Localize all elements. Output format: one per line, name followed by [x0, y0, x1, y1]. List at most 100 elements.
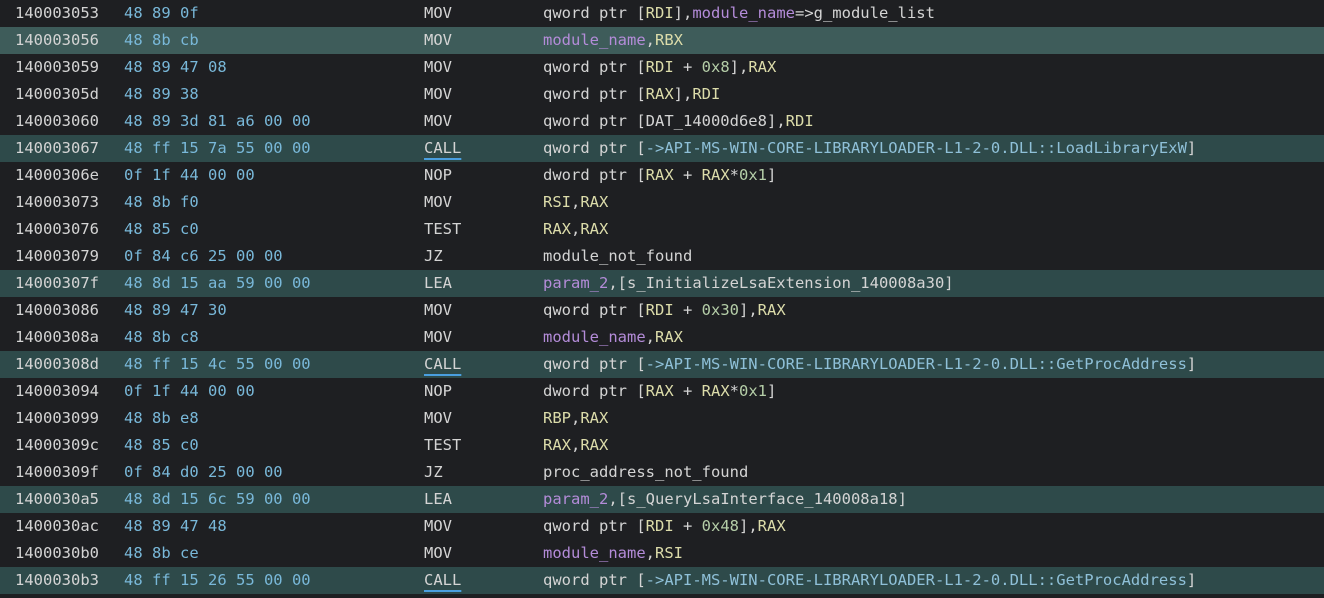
listing-row[interactable]: 1400030ac 48 89 47 48 MOV qword ptr [RDI + …: [0, 513, 1324, 540]
listing-row[interactable]: 14000308a 48 8b c8 MOV module_name,RAX: [0, 324, 1324, 351]
operand-reg[interactable]: RSI: [655, 544, 683, 562]
operand-reg[interactable]: RAX: [580, 193, 608, 211]
operand-reg[interactable]: RAX: [702, 382, 730, 400]
listing-row[interactable]: 140003060 48 89 3d 81 a6 00 00 MOV qword pt…: [0, 108, 1324, 135]
listing-row[interactable]: 140003079 0f 84 c6 25 00 00 JZ module_not_f…: [0, 243, 1324, 270]
operand-label[interactable]: module_not_found: [543, 247, 692, 265]
row-address[interactable]: 14000308d: [15, 351, 99, 378]
row-address[interactable]: 14000306e: [15, 162, 99, 189]
row-address[interactable]: 1400030ac: [15, 513, 99, 540]
listing-row[interactable]: 1400030b0 48 8b ce MOV module_name,RSI: [0, 540, 1324, 567]
operand-reg[interactable]: RAX: [646, 166, 674, 184]
row-address[interactable]: 140003073: [15, 189, 99, 216]
row-mnemonic[interactable]: LEA: [424, 270, 452, 297]
operand-var[interactable]: module_name: [543, 544, 646, 562]
listing-row[interactable]: 14000309f 0f 84 d0 25 00 00 JZ proc_address…: [0, 459, 1324, 486]
row-mnemonic[interactable]: CALL: [424, 567, 461, 594]
listing-row[interactable]: 140003086 48 89 47 30 MOV qword ptr [RDI + …: [0, 297, 1324, 324]
row-address[interactable]: 140003079: [15, 243, 99, 270]
operand-reg[interactable]: RAX: [655, 328, 683, 346]
row-mnemonic[interactable]: NOP: [424, 162, 452, 189]
listing-row[interactable]: 1400030a5 48 8d 15 6c 59 00 00 LEA param_2,…: [0, 486, 1324, 513]
operand-label[interactable]: proc_address_not_found: [543, 463, 748, 481]
row-mnemonic[interactable]: MOV: [424, 27, 452, 54]
row-address[interactable]: 140003053: [15, 0, 99, 27]
row-mnemonic[interactable]: MOV: [424, 0, 452, 27]
operand-reg[interactable]: RDI: [646, 4, 674, 22]
operand-reg[interactable]: RAX: [758, 517, 786, 535]
listing-row[interactable]: 140003053 48 89 0f MOV qword ptr [RDI],modu…: [0, 0, 1324, 27]
row-mnemonic[interactable]: JZ: [424, 459, 443, 486]
listing-row[interactable]: 14000307f 48 8d 15 aa 59 00 00 LEA param_2,…: [0, 270, 1324, 297]
operand-var[interactable]: module_name: [543, 328, 646, 346]
listing-row[interactable]: 140003067 48 ff 15 7a 55 00 00 CALL qword p…: [0, 135, 1324, 162]
row-mnemonic[interactable]: MOV: [424, 324, 452, 351]
operand-var[interactable]: param_2: [543, 274, 608, 292]
listing-row[interactable]: 14000309c 48 85 c0 TEST RAX,RAX: [0, 432, 1324, 459]
row-address[interactable]: 140003060: [15, 108, 99, 135]
operand-reg[interactable]: RDI: [786, 112, 814, 130]
row-mnemonic[interactable]: NOP: [424, 378, 452, 405]
operand-reg[interactable]: RAX: [702, 166, 730, 184]
operand-var[interactable]: param_2: [543, 490, 608, 508]
row-address[interactable]: 14000308a: [15, 324, 99, 351]
row-mnemonic[interactable]: MOV: [424, 513, 452, 540]
listing-row[interactable]: 140003099 48 8b e8 MOV RBP,RAX: [0, 405, 1324, 432]
listing-row[interactable]: 14000306e 0f 1f 44 00 00 NOP dword ptr [RAX…: [0, 162, 1324, 189]
listing-row[interactable]: 1400030b3 48 ff 15 26 55 00 00 CALL qword p…: [0, 567, 1324, 594]
row-mnemonic[interactable]: MOV: [424, 108, 452, 135]
operand-label[interactable]: DAT_14000d6e8: [646, 112, 767, 130]
operand-reg[interactable]: RAX: [758, 301, 786, 319]
listing-row[interactable]: 14000308d 48 ff 15 4c 55 00 00 CALL qword p…: [0, 351, 1324, 378]
listing-row[interactable]: 14000305d 48 89 38 MOV qword ptr [RAX],RDI: [0, 81, 1324, 108]
row-mnemonic[interactable]: MOV: [424, 540, 452, 567]
row-address[interactable]: 140003099: [15, 405, 99, 432]
listing-row[interactable]: 140003073 48 8b f0 MOV RSI,RAX: [0, 189, 1324, 216]
operand-ext[interactable]: ->API-MS-WIN-CORE-LIBRARYLOADER-L1-2-0.D…: [646, 355, 1187, 373]
operand-reg[interactable]: RAX: [646, 382, 674, 400]
row-mnemonic[interactable]: CALL: [424, 135, 461, 162]
row-mnemonic[interactable]: MOV: [424, 405, 452, 432]
row-address[interactable]: 1400030a5: [15, 486, 99, 513]
operand-reg[interactable]: RSI: [543, 193, 571, 211]
operand-reg[interactable]: RAX: [580, 436, 608, 454]
row-mnemonic[interactable]: LEA: [424, 486, 452, 513]
row-address[interactable]: 14000309f: [15, 459, 99, 486]
row-address[interactable]: 140003076: [15, 216, 99, 243]
row-mnemonic[interactable]: MOV: [424, 189, 452, 216]
operand-reg[interactable]: RAX: [543, 220, 571, 238]
operand-ext[interactable]: ->API-MS-WIN-CORE-LIBRARYLOADER-L1-2-0.D…: [646, 139, 1187, 157]
row-address[interactable]: 14000307f: [15, 270, 99, 297]
operand-reg[interactable]: RDI: [646, 517, 674, 535]
row-address[interactable]: 1400030b0: [15, 540, 99, 567]
operand-reg[interactable]: RDI: [646, 58, 674, 76]
listing-row[interactable]: 140003056 48 8b cb MOV module_name,RBX: [0, 27, 1324, 54]
operand-label[interactable]: s_QueryLsaInterface_140008a18: [627, 490, 898, 508]
disassembly-listing[interactable]: 140003053 48 89 0f MOV qword ptr [RDI],modu…: [0, 0, 1324, 598]
row-mnemonic[interactable]: MOV: [424, 54, 452, 81]
row-address[interactable]: 140003067: [15, 135, 99, 162]
operand-var[interactable]: module_name: [543, 31, 646, 49]
row-address[interactable]: 140003059: [15, 54, 99, 81]
operand-label[interactable]: s_InitializeLsaExtension_140008a30: [627, 274, 944, 292]
operand-reg[interactable]: RBX: [655, 31, 683, 49]
row-address[interactable]: 14000309c: [15, 432, 99, 459]
row-mnemonic[interactable]: TEST: [424, 432, 461, 459]
operand-reg[interactable]: RAX: [748, 58, 776, 76]
row-address[interactable]: 140003056: [15, 27, 99, 54]
operand-var[interactable]: module_name: [692, 4, 795, 22]
row-address[interactable]: 1400030b3: [15, 567, 99, 594]
operand-ext[interactable]: ->API-MS-WIN-CORE-LIBRARYLOADER-L1-2-0.D…: [646, 571, 1187, 589]
listing-row[interactable]: 140003094 0f 1f 44 00 00 NOP dword ptr [RAX…: [0, 378, 1324, 405]
row-mnemonic[interactable]: CALL: [424, 351, 461, 378]
row-address[interactable]: 140003086: [15, 297, 99, 324]
operand-reg[interactable]: RAX: [580, 409, 608, 427]
listing-row[interactable]: 140003076 48 85 c0 TEST RAX,RAX: [0, 216, 1324, 243]
listing-row[interactable]: 140003059 48 89 47 08 MOV qword ptr [RDI + …: [0, 54, 1324, 81]
row-mnemonic[interactable]: MOV: [424, 297, 452, 324]
operand-reg[interactable]: RAX: [646, 85, 674, 103]
row-address[interactable]: 140003094: [15, 378, 99, 405]
operand-reg[interactable]: RAX: [580, 220, 608, 238]
row-mnemonic[interactable]: TEST: [424, 216, 461, 243]
operand-reg[interactable]: RAX: [543, 436, 571, 454]
